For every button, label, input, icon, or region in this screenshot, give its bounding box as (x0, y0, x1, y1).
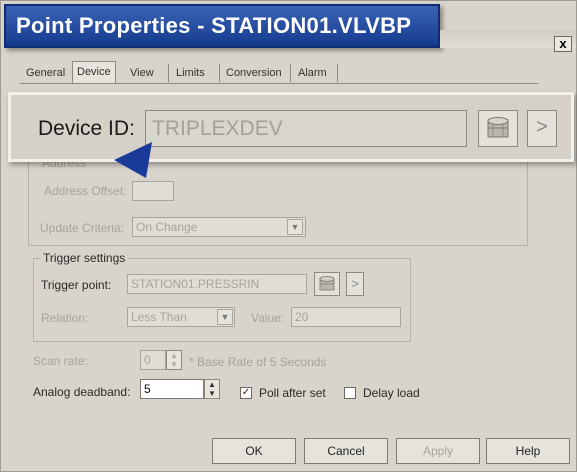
apply-button[interactable]: Apply (396, 438, 480, 464)
analog-deadband-field[interactable]: 5 (140, 379, 204, 399)
scan-rate-note: * Base Rate of 5 Seconds (189, 355, 327, 369)
trigger-point-field[interactable]: STATION01.PRESSRIN (127, 274, 307, 294)
cancel-button[interactable]: Cancel (304, 438, 388, 464)
trigger-settings-group (33, 258, 411, 342)
device-id-label: Device ID: (38, 117, 135, 140)
device-id-field[interactable]: TRIPLEXDEV (145, 110, 467, 147)
close-button[interactable]: x (554, 36, 572, 52)
value-label: Value: (251, 311, 285, 325)
trigger-point-label: Trigger point: (41, 278, 112, 292)
window-title: Point Properties - STATION01.VLVBP (4, 4, 440, 48)
help-button[interactable]: Help (486, 438, 570, 464)
update-criteria-label: Update Criteria: (40, 221, 125, 235)
update-criteria-select[interactable]: On Change (132, 217, 306, 237)
device-arrow-button[interactable]: > (527, 110, 557, 147)
tab-view[interactable]: View (126, 64, 158, 82)
database-icon (487, 117, 509, 138)
trigger-value: 20 (295, 310, 309, 324)
relation-value: Less Than (131, 310, 187, 324)
update-criteria-value: On Change (136, 220, 198, 234)
delay-load-checkbox[interactable] (344, 387, 356, 399)
device-id-value: TRIPLEXDEV (152, 117, 283, 140)
scan-rate-field[interactable]: 0 (140, 350, 166, 370)
relation-label: Relation: (41, 311, 89, 325)
pointer-arrow-icon (114, 142, 152, 178)
poll-after-set-label: Poll after set (259, 386, 326, 400)
tab-separator (219, 64, 220, 82)
tab-limits[interactable]: Limits (172, 64, 209, 82)
scan-rate-label: Scan rate: (33, 354, 88, 368)
scan-rate-value: 0 (144, 353, 151, 367)
analog-deadband-value: 5 (144, 382, 151, 396)
ok-button[interactable]: OK (212, 438, 296, 464)
chevron-down-icon[interactable]: ▼ (217, 309, 233, 325)
trigger-point-value: STATION01.PRESSRIN (131, 277, 260, 291)
trigger-point-browse-button[interactable] (314, 272, 340, 296)
tab-separator (168, 64, 169, 82)
address-offset-field[interactable] (132, 181, 174, 201)
device-browse-button[interactable] (478, 110, 518, 147)
database-icon (319, 276, 335, 291)
trigger-point-arrow-button[interactable]: > (346, 272, 364, 296)
tab-general[interactable]: General (22, 64, 69, 82)
tab-alarm[interactable]: Alarm (294, 64, 331, 82)
trigger-settings-legend: Trigger settings (40, 251, 129, 265)
scan-rate-spinner[interactable]: ▲ ▼ (166, 350, 182, 370)
analog-deadband-spinner[interactable]: ▲ ▼ (204, 379, 220, 399)
tab-device[interactable]: Device (72, 61, 116, 83)
tab-divider (20, 83, 538, 84)
delay-load-label: Delay load (363, 386, 420, 400)
address-offset-label: Address Offset: (44, 184, 127, 198)
poll-after-set-checkbox[interactable]: ✓ (240, 387, 252, 399)
analog-deadband-label: Analog deadband: (33, 385, 131, 399)
tab-separator (290, 64, 291, 82)
tab-conversion[interactable]: Conversion (222, 64, 286, 82)
tab-separator (337, 64, 338, 82)
chevron-down-icon[interactable]: ▼ (287, 219, 303, 235)
trigger-value-field[interactable]: 20 (291, 307, 401, 327)
